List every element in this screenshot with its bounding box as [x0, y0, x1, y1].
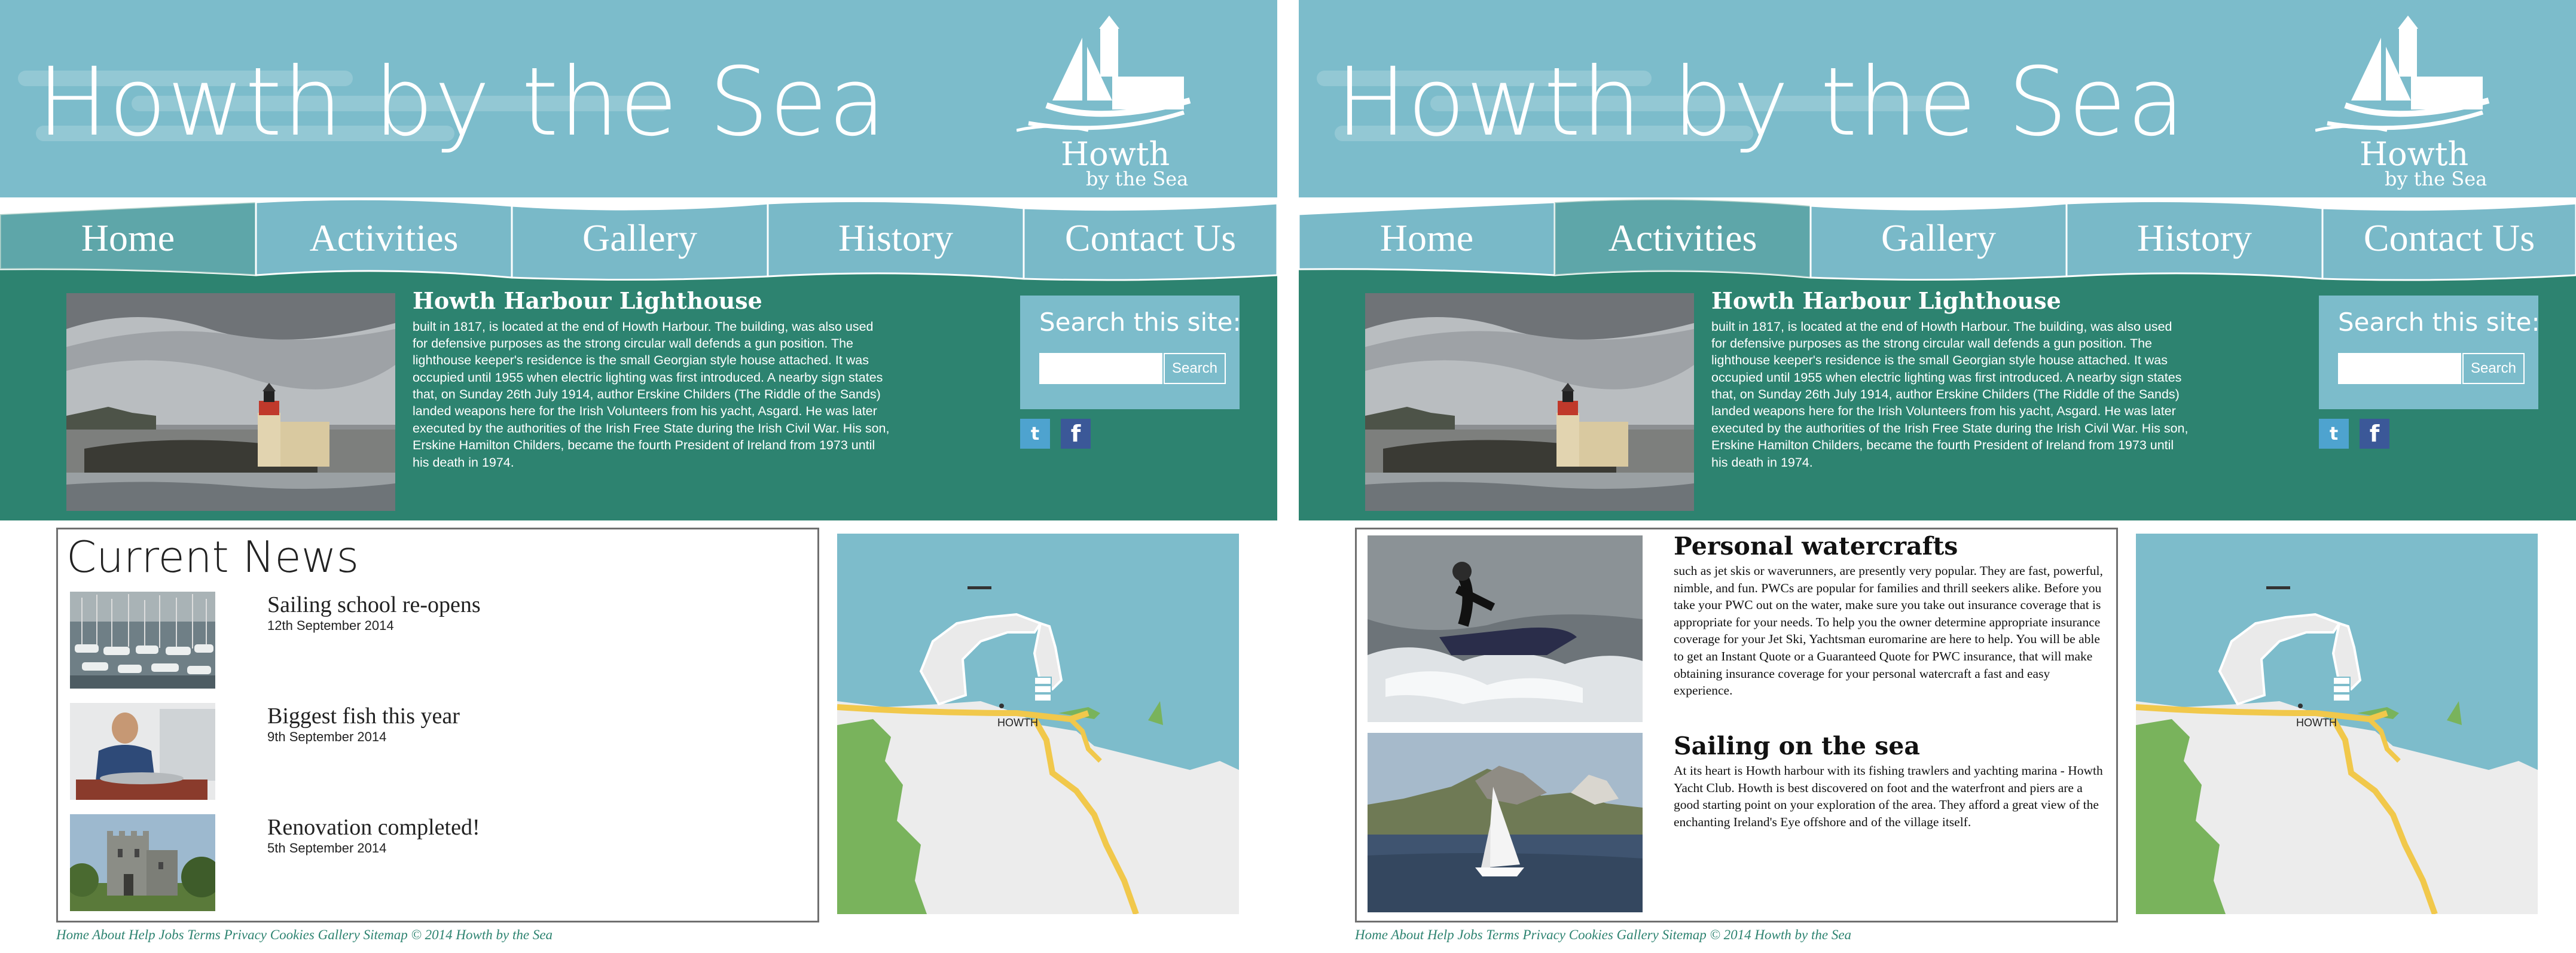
page-activities: Howth by the Sea Howth by the Sea Home A…: [1299, 0, 2576, 953]
nav-contact-us[interactable]: Contact Us: [2322, 190, 2576, 286]
header: Howth by the Sea Howth by the Sea: [0, 0, 1277, 197]
site-logo[interactable]: Howth by the Sea: [1016, 11, 1196, 190]
news-item[interactable]: Biggest fish this year 9th September 201…: [70, 703, 788, 800]
news-item[interactable]: Sailing school re-opens 12th September 2…: [70, 592, 788, 689]
search-title: Search this site:: [2338, 307, 2540, 337]
feature-sailing-on-the-sea: Sailing on the sea At its heart is Howth…: [1674, 732, 2104, 830]
site-title: Howth by the Sea: [37, 47, 887, 157]
search-panel: Search this site: Search: [2319, 296, 2540, 409]
main-nav: Home Activities Gallery History Contact …: [1299, 190, 2576, 286]
featured-article: Howth Harbour Lighthouse built in 1817, …: [413, 287, 891, 471]
howth-map[interactable]: HOWTH: [837, 534, 1239, 914]
page-divider: [1277, 0, 1299, 953]
logo-icon: [1016, 16, 1191, 132]
footer-links[interactable]: Home About Help Jobs Terms Privacy Cooki…: [1355, 927, 1851, 943]
jetski-photo: [1368, 535, 1643, 722]
featured-article: Howth Harbour Lighthouse built in 1817, …: [1711, 287, 2190, 471]
lighthouse-photo: [66, 293, 395, 511]
howth-map[interactable]: HOWTH: [2136, 534, 2538, 914]
search-input[interactable]: [1039, 353, 1162, 384]
news-heading: Current News: [66, 532, 359, 582]
site-title: Howth by the Sea: [1336, 47, 2186, 157]
fishmonger-photo[interactable]: [70, 703, 215, 800]
page-home: Howth by the Sea Howth by the Sea Home A…: [0, 0, 1277, 953]
nav-gallery[interactable]: Gallery: [1811, 190, 2067, 286]
castle-photo[interactable]: [70, 814, 215, 911]
feature-title: Personal watercrafts: [1674, 532, 1958, 561]
marina-photo[interactable]: [70, 592, 215, 689]
activities-panel: Personal watercrafts such as jet skis or…: [1355, 528, 2118, 922]
site-logo[interactable]: Howth by the Sea: [2315, 11, 2495, 190]
feature-body: At its heart is Howth harbour with its f…: [1674, 763, 2103, 829]
search-input[interactable]: [2338, 353, 2461, 384]
main-nav: Home Activities Gallery History Contact …: [0, 190, 1277, 286]
news-date: 12th September 2014: [267, 618, 394, 633]
search-panel: Search this site: Search: [1020, 296, 1241, 409]
article-body: built in 1817, is located at the end of …: [413, 319, 890, 470]
footer-links[interactable]: Home About Help Jobs Terms Privacy Cooki…: [56, 927, 553, 943]
twitter-icon[interactable]: t: [2319, 419, 2349, 449]
nav-activities[interactable]: Activities: [256, 190, 512, 286]
facebook-icon[interactable]: f: [1061, 419, 1091, 449]
search-title: Search this site:: [1039, 307, 1241, 337]
sailing-photo: [1368, 733, 1643, 912]
feature-title: Sailing on the sea: [1674, 732, 1920, 760]
news-headline[interactable]: Sailing school re-opens: [267, 592, 481, 618]
article-title: Howth Harbour Lighthouse: [1711, 287, 2061, 314]
nav-contact-us[interactable]: Contact Us: [1024, 190, 1277, 286]
news-date: 5th September 2014: [267, 841, 387, 855]
news-headline[interactable]: Renovation completed!: [267, 814, 480, 841]
nav-history[interactable]: History: [768, 190, 1024, 286]
map-label-howth: HOWTH: [2296, 717, 2337, 729]
search-button[interactable]: Search: [2462, 353, 2525, 384]
nav-gallery[interactable]: Gallery: [512, 190, 768, 286]
lighthouse-photo: [1365, 293, 1694, 511]
article-title: Howth Harbour Lighthouse: [413, 287, 762, 314]
logo-icon: [2315, 16, 2490, 132]
article-body: built in 1817, is located at the end of …: [1711, 319, 2189, 470]
news-item[interactable]: Renovation completed! 5th September 2014: [70, 814, 788, 911]
nav-activities[interactable]: Activities: [1555, 190, 1811, 286]
facebook-icon[interactable]: f: [2360, 419, 2389, 449]
feature-personal-watercrafts: Personal watercrafts such as jet skis or…: [1674, 532, 2104, 699]
news-panel: Current News Sailing school re-opens 12t…: [56, 528, 819, 922]
news-headline[interactable]: Biggest fish this year: [267, 703, 460, 729]
twitter-icon[interactable]: t: [1020, 419, 1050, 449]
search-button[interactable]: Search: [1164, 353, 1226, 384]
news-date: 9th September 2014: [267, 729, 387, 744]
nav-home[interactable]: Home: [0, 190, 256, 286]
nav-home[interactable]: Home: [1299, 190, 1555, 286]
nav-history[interactable]: History: [2067, 190, 2322, 286]
map-label-howth: HOWTH: [997, 717, 1038, 729]
feature-body: such as jet skis or waverunners, are pre…: [1674, 564, 2103, 698]
header: Howth by the Sea Howth by the Sea: [1299, 0, 2576, 197]
